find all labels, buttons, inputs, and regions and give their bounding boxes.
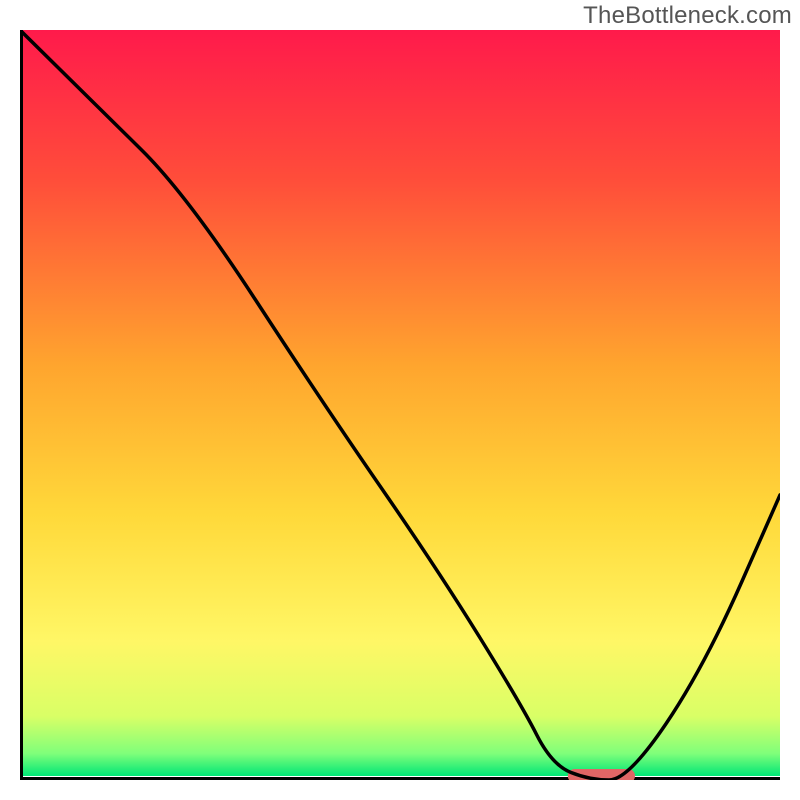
chart-svg xyxy=(20,30,780,780)
watermark-text: TheBottleneck.com xyxy=(583,2,792,30)
plot-area xyxy=(20,30,780,780)
chart-stage: TheBottleneck.com xyxy=(0,0,800,800)
